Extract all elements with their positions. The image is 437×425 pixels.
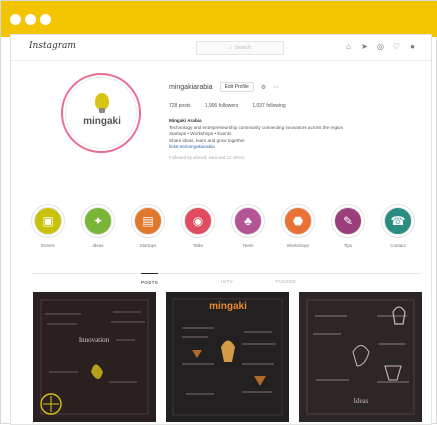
heart-icon[interactable]: ♡ [392,42,401,51]
profile-info: mingakiarabia Edit Profile ⚙ ⋯ 728 posts… [169,81,419,160]
settings-icon[interactable]: ⚙ [261,84,266,91]
workshop-icon: ⬣ [292,214,304,228]
highlight-1[interactable]: ▣ Events [28,207,68,248]
bio-line-3: Share ideas, learn and grow together [169,137,245,143]
highlight-5[interactable]: ♣ Team [228,207,268,248]
pen-icon: ✎ [342,214,354,228]
profile-full-name: Mingaki Arabia [169,118,202,123]
profile-avatar-ring[interactable]: mingaki [61,73,141,153]
highlight-label: Talks [192,243,204,248]
bulb-icon [95,93,109,113]
highlight-label: Workshops [286,243,310,248]
search-placeholder: Search [234,45,251,51]
highlight-circle[interactable]: ☎ [384,207,412,235]
compass-icon[interactable]: ◎ [376,42,385,51]
highlight-label: Startups [139,243,157,248]
highlight-2[interactable]: ✦ Ideas [78,207,118,248]
followers-count[interactable]: 1,906 followers [205,103,239,109]
calendar-icon: ▣ [42,214,54,228]
highlight-circle[interactable]: ▣ [34,207,62,235]
more-icon[interactable]: ⋯ [273,84,279,91]
screenshot-frame: Instagram ⌕ Search ⌂ ➤ ◎ ♡ ● mingaki min… [0,0,437,425]
followed-by-text[interactable]: Followed by ahmed, sara and 12 others [169,155,419,160]
nav-icon-group: ⌂ ➤ ◎ ♡ ● [344,42,417,51]
highlight-label: Tips [343,243,353,248]
highlight-label: Contact [390,243,406,248]
profile-tabs: POSTS IGTV TAGGED [31,273,421,291]
post-thumbnail-2[interactable]: mingaki [166,292,289,422]
highlight-circle[interactable]: ▤ [134,207,162,235]
highlight-circle[interactable]: ♣ [234,207,262,235]
avatar-brand-text: mingaki [83,116,121,127]
post-1-title: Innovation [79,336,110,344]
tab-tagged[interactable]: TAGGED [275,279,296,284]
search-box[interactable]: ⌕ Search [196,41,284,55]
profile-header-row: mingakiarabia Edit Profile ⚙ ⋯ [169,81,419,93]
phone-icon: ☎ [390,214,406,228]
highlight-label: Ideas [92,243,104,248]
bulb-icon: ✦ [92,214,104,228]
browser-window: Instagram ⌕ Search ⌂ ➤ ◎ ♡ ● mingaki min… [10,34,432,425]
following-count[interactable]: 1,037 following [252,103,285,109]
zoom-window-dot[interactable] [40,13,51,25]
highlight-7[interactable]: ✎ Tips [328,207,368,248]
home-icon[interactable]: ⌂ [344,42,353,51]
edit-profile-button[interactable]: Edit Profile [219,82,254,92]
story-highlights: ▣ Events ✦ Ideas ▤ Startups ◉ Talks ♣ Team ⬣ Worksh… [28,207,428,257]
highlight-6[interactable]: ⬣ Workshops [278,207,318,248]
post-thumbnail-3[interactable]: Ideas [299,292,422,422]
speaker-icon: ◉ [192,214,204,228]
bio-line-1: Technology and entrepreneurship communit… [169,124,344,130]
team-icon: ♣ [244,214,252,228]
search-icon: ⌕ [229,45,232,51]
profile-bio: Mingaki Arabia Technology and entreprene… [169,118,419,151]
tab-posts[interactable]: POSTS [141,273,159,285]
highlight-label: Events [41,243,55,248]
send-icon[interactable]: ➤ [360,42,369,51]
briefcase-icon: ▤ [142,214,154,228]
highlight-circle[interactable]: ◉ [184,207,212,235]
top-navigation: Instagram ⌕ Search ⌂ ➤ ◎ ♡ ● [11,35,431,61]
post-3-image: Ideas [299,292,422,422]
highlight-4[interactable]: ◉ Talks [178,207,218,248]
highlight-circle[interactable]: ⬣ [284,207,312,235]
posts-count[interactable]: 728 posts [169,103,191,109]
posts-grid: Innovation mingaki Ideas [33,292,423,422]
avatar: mingaki [65,77,137,149]
bio-line-2: Startups • Workshops • Events [169,131,232,137]
post-2-image: mingaki [166,292,289,422]
profile-username: mingakiarabia [169,83,213,91]
post-1-image: Innovation [33,292,156,422]
post-2-title: mingaki [209,301,247,312]
tab-igtv[interactable]: IGTV [221,279,233,284]
highlight-3[interactable]: ▤ Startups [128,207,168,248]
post-3-title: Ideas [354,397,369,405]
highlight-label: Team [242,243,254,248]
instagram-logo[interactable]: Instagram [29,41,76,51]
highlight-circle[interactable]: ✦ [84,207,112,235]
minimize-window-dot[interactable] [25,13,36,25]
close-window-dot[interactable] [10,13,21,25]
highlight-8[interactable]: ☎ Contact [378,207,418,248]
highlight-circle[interactable]: ✎ [334,207,362,235]
window-titlebar [1,1,437,37]
profile-icon[interactable]: ● [408,42,417,51]
bio-link[interactable]: linktr.ee/mingakiarabia [169,144,419,151]
post-thumbnail-1[interactable]: Innovation [33,292,156,422]
profile-stats: 728 posts 1,906 followers 1,037 followin… [169,103,419,109]
